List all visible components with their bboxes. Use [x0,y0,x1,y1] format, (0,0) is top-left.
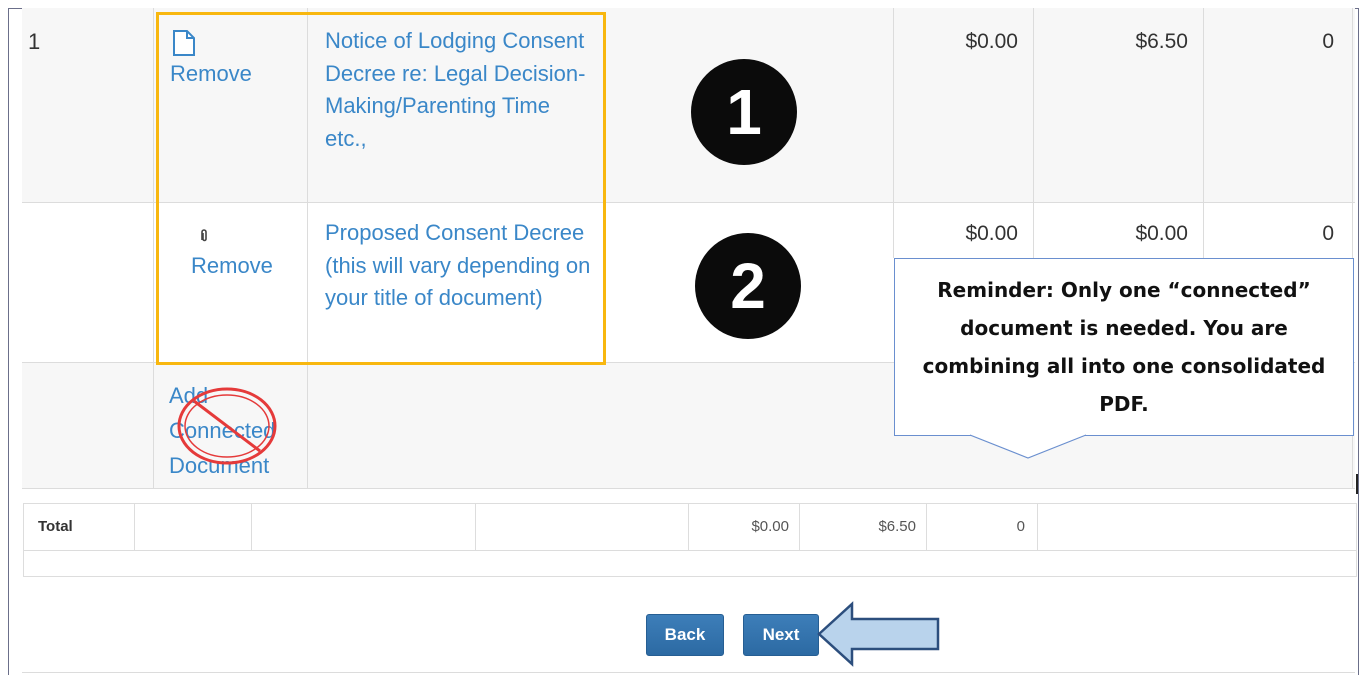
no-sign-icon [177,387,277,465]
left-arrow-icon [817,601,940,667]
fee-amount: $6.50 [1135,30,1188,53]
row-divider [22,488,1355,489]
total-fee-amount: $0.00 [689,504,800,550]
reminder-callout: Reminder: Only one “connected” document … [894,258,1354,436]
fee-amount: $0.00 [965,30,1018,53]
text-cursor [1356,474,1358,494]
footer-divider [22,672,1355,673]
step-marker-2: 2 [695,233,801,339]
back-button[interactable]: Back [646,614,724,656]
step-marker-1: 1 [691,59,797,165]
col-divider [1033,8,1034,258]
total-cell-empty [476,504,689,550]
col-divider [1203,8,1204,258]
reminder-text: Reminder: Only one “connected” document … [922,278,1326,416]
fee-amount: $0.00 [965,222,1018,245]
next-button[interactable]: Next [743,614,819,656]
quantity-value: 0 [1322,222,1334,245]
callout-pointer [970,434,1087,459]
total-cell-empty [135,504,252,550]
total-label: Total [24,504,135,550]
col-divider [153,8,154,488]
total-cell-empty [252,504,476,550]
highlight-box [156,12,606,365]
totals-table: Total $0.00 $6.50 0 [23,503,1357,577]
quantity-value: 0 [1322,30,1334,53]
total-quantity: 0 [927,504,1038,550]
total-fee-amount: $6.50 [800,504,927,550]
row-number: 1 [28,29,41,54]
col-divider [893,8,894,258]
row-divider [24,550,1356,551]
fee-amount: $0.00 [1135,222,1188,245]
